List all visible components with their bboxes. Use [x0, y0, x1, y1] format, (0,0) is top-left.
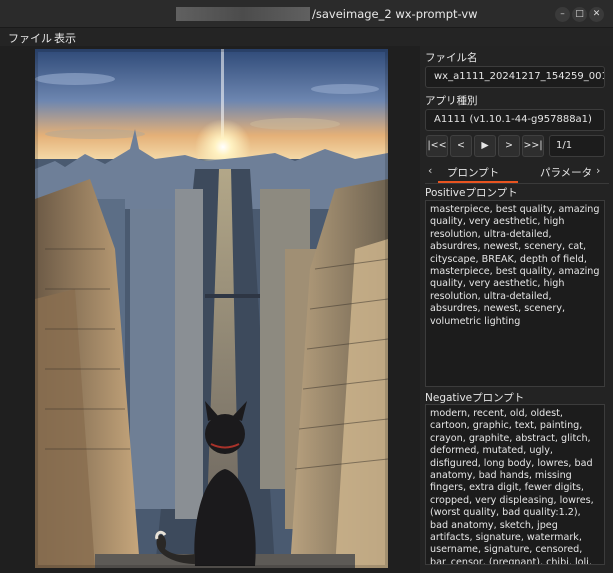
menu-view[interactable]: 表示: [54, 30, 76, 46]
tab-parameters[interactable]: パラメータ: [540, 165, 592, 180]
minimize-icon[interactable]: –: [555, 7, 570, 22]
menu-bar: ファイル 表示: [0, 28, 613, 46]
title-bar: /saveimage_2 wx-prompt-vw – □ ✕: [0, 0, 613, 28]
tab-scroll-right-icon[interactable]: ›: [596, 164, 600, 177]
first-button[interactable]: |<<: [426, 135, 448, 157]
filename-label: ファイル名: [425, 52, 478, 64]
play-button[interactable]: ▶: [474, 135, 496, 157]
photo-icon: [35, 49, 388, 568]
image-viewer-panel: [0, 46, 420, 573]
tab-prompt[interactable]: プロンプト: [447, 165, 499, 180]
info-panel: ファイル名 wx_a1111_20241217_154259_001.webp …: [420, 46, 613, 573]
negative-prompt-label: Negativeプロンプト: [425, 392, 525, 404]
tab-scroll-left-icon[interactable]: ‹: [428, 164, 432, 177]
window-title: /saveimage_2 wx-prompt-vw: [312, 7, 478, 21]
title-path-redacted: [176, 7, 310, 21]
close-icon[interactable]: ✕: [589, 7, 604, 22]
positive-prompt-label: Positiveプロンプト: [425, 187, 518, 199]
page-indicator: 1/1: [549, 135, 605, 157]
tab-bar: ‹ プロンプト パラメータ ›: [425, 162, 609, 184]
tab-divider: [425, 183, 609, 184]
last-button[interactable]: >>|: [522, 135, 544, 157]
app-type-field[interactable]: A1111 (v1.10.1-44-g957888a1): [425, 109, 605, 131]
app-type-label: アプリ種別: [425, 95, 478, 107]
negative-prompt-text[interactable]: modern, recent, old, oldest, cartoon, gr…: [425, 404, 605, 565]
maximize-icon[interactable]: □: [572, 7, 587, 22]
next-button[interactable]: >: [498, 135, 520, 157]
menu-file[interactable]: ファイル: [8, 30, 52, 46]
prev-button[interactable]: <: [450, 135, 472, 157]
positive-prompt-text[interactable]: masterpiece, best quality, amazing quali…: [425, 200, 605, 387]
preview-image[interactable]: [35, 49, 388, 568]
filename-field[interactable]: wx_a1111_20241217_154259_001.webp: [425, 66, 605, 88]
